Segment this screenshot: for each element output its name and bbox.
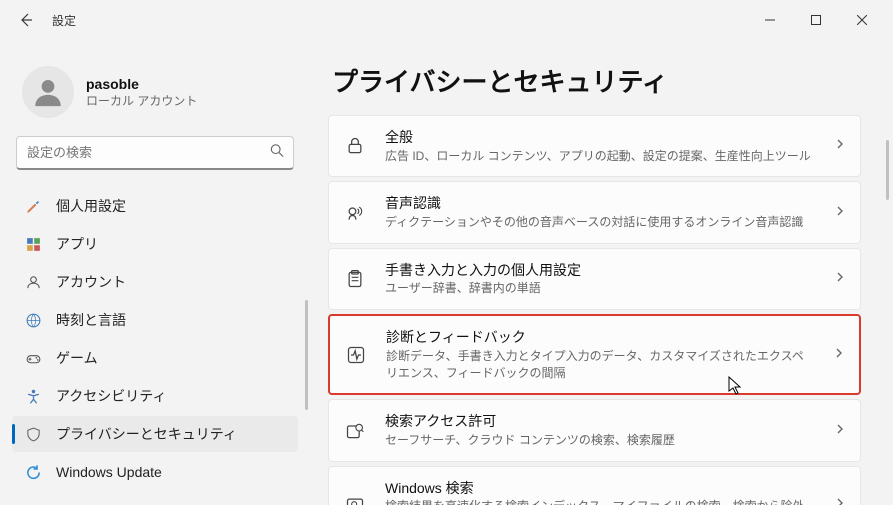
- app-title: 設定: [52, 12, 76, 29]
- nav-label: アプリ: [56, 234, 98, 254]
- close-icon: [857, 15, 867, 25]
- maximize-icon: [811, 15, 821, 25]
- maximize-button[interactable]: [793, 4, 839, 36]
- card-search-permissions[interactable]: 検索アクセス許可 セーフサーチ、クラウド コンテンツの検索、検索履歴: [328, 399, 861, 461]
- sidebar-scrollbar[interactable]: [305, 300, 308, 410]
- nav-label: プライバシーとセキュリティ: [56, 424, 237, 444]
- card-title: 手書き入力と入力の個人用設定: [385, 261, 816, 281]
- card-sub: ディクテーションやその他の音声ベースの対話に使用するオンライン音声認識: [385, 214, 816, 231]
- minimize-button[interactable]: [747, 4, 793, 36]
- nav-gaming[interactable]: ゲーム: [12, 340, 298, 376]
- sidebar-nav: 個人用設定 アプリ アカウント 時刻と言語 ゲーム アクセシビリティ: [12, 188, 298, 490]
- search-input[interactable]: [16, 136, 294, 170]
- globe-clock-icon: [24, 311, 42, 329]
- user-account-type: ローカル アカウント: [86, 92, 197, 109]
- chevron-right-icon: [834, 137, 846, 155]
- chevron-right-icon: [834, 204, 846, 222]
- card-title: 音声認識: [385, 194, 816, 214]
- nav-privacy-security[interactable]: プライバシーとセキュリティ: [12, 416, 298, 452]
- card-windows-search[interactable]: Windows 検索 検索結果を高速化する検索インデックス、マイファイルの検索、…: [328, 466, 861, 505]
- page-title: プライバシーとセキュリティ: [328, 62, 871, 99]
- back-button[interactable]: [16, 10, 36, 30]
- lock-icon: [343, 134, 367, 158]
- clipboard-icon: [343, 267, 367, 291]
- card-title: 検索アクセス許可: [385, 412, 816, 432]
- gamepad-icon: [24, 349, 42, 367]
- accessibility-icon: [24, 387, 42, 405]
- user-name: pasoble: [86, 76, 197, 92]
- chevron-right-icon: [834, 422, 846, 440]
- nav-apps[interactable]: アプリ: [12, 226, 298, 262]
- nav-accessibility[interactable]: アクセシビリティ: [12, 378, 298, 414]
- card-sub: セーフサーチ、クラウド コンテンツの検索、検索履歴: [385, 432, 816, 449]
- apps-icon: [24, 235, 42, 253]
- nav-accounts[interactable]: アカウント: [12, 264, 298, 300]
- arrow-left-icon: [18, 12, 34, 28]
- update-icon: [24, 463, 42, 481]
- person-icon: [31, 75, 65, 109]
- nav-label: 時刻と言語: [56, 310, 126, 330]
- chevron-right-icon: [833, 346, 845, 364]
- card-title: Windows 検索: [385, 479, 816, 499]
- search-icon: [270, 144, 284, 163]
- card-sub: 診断データ、手書き入力とタイプ入力のデータ、カスタマイズされたエクスペリエンス、…: [386, 348, 815, 382]
- card-title: 診断とフィードバック: [386, 328, 815, 348]
- card-inking-typing[interactable]: 手書き入力と入力の個人用設定 ユーザー辞書、辞書内の単語: [328, 248, 861, 310]
- avatar: [22, 66, 74, 118]
- card-sub: ユーザー辞書、辞書内の単語: [385, 280, 816, 297]
- user-block[interactable]: pasoble ローカル アカウント: [12, 60, 298, 136]
- nav-time-language[interactable]: 時刻と言語: [12, 302, 298, 338]
- card-sub: 検索結果を高速化する検索インデックス、マイファイルの検索、検索から除外されたフォ…: [385, 498, 816, 505]
- card-general[interactable]: 全般 広告 ID、ローカル コンテンツ、アプリの起動、設定の提案、生産性向上ツー…: [328, 115, 861, 177]
- minimize-icon: [765, 15, 775, 25]
- account-icon: [24, 273, 42, 291]
- close-button[interactable]: [839, 4, 885, 36]
- card-sub: 広告 ID、ローカル コンテンツ、アプリの起動、設定の提案、生産性向上ツール: [385, 148, 816, 165]
- search-permissions-icon: [343, 419, 367, 443]
- nav-label: アカウント: [56, 272, 126, 292]
- chevron-right-icon: [834, 270, 846, 288]
- nav-label: ゲーム: [56, 348, 98, 368]
- speech-icon: [343, 201, 367, 225]
- nav-windows-update[interactable]: Windows Update: [12, 454, 298, 490]
- activity-icon: [344, 343, 368, 367]
- nav-personalization[interactable]: 個人用設定: [12, 188, 298, 224]
- shield-icon: [24, 425, 42, 443]
- nav-label: Windows Update: [56, 464, 162, 480]
- nav-label: 個人用設定: [56, 196, 126, 216]
- card-speech[interactable]: 音声認識 ディクテーションやその他の音声ベースの対話に使用するオンライン音声認識: [328, 181, 861, 243]
- windows-search-icon: [343, 493, 367, 505]
- chevron-right-icon: [834, 496, 846, 505]
- card-title: 全般: [385, 128, 816, 148]
- main-scrollbar[interactable]: [886, 140, 889, 200]
- card-diagnostics-feedback[interactable]: 診断とフィードバック 診断データ、手書き入力とタイプ入力のデータ、カスタマイズさ…: [328, 314, 861, 395]
- brush-icon: [24, 197, 42, 215]
- nav-label: アクセシビリティ: [56, 386, 166, 406]
